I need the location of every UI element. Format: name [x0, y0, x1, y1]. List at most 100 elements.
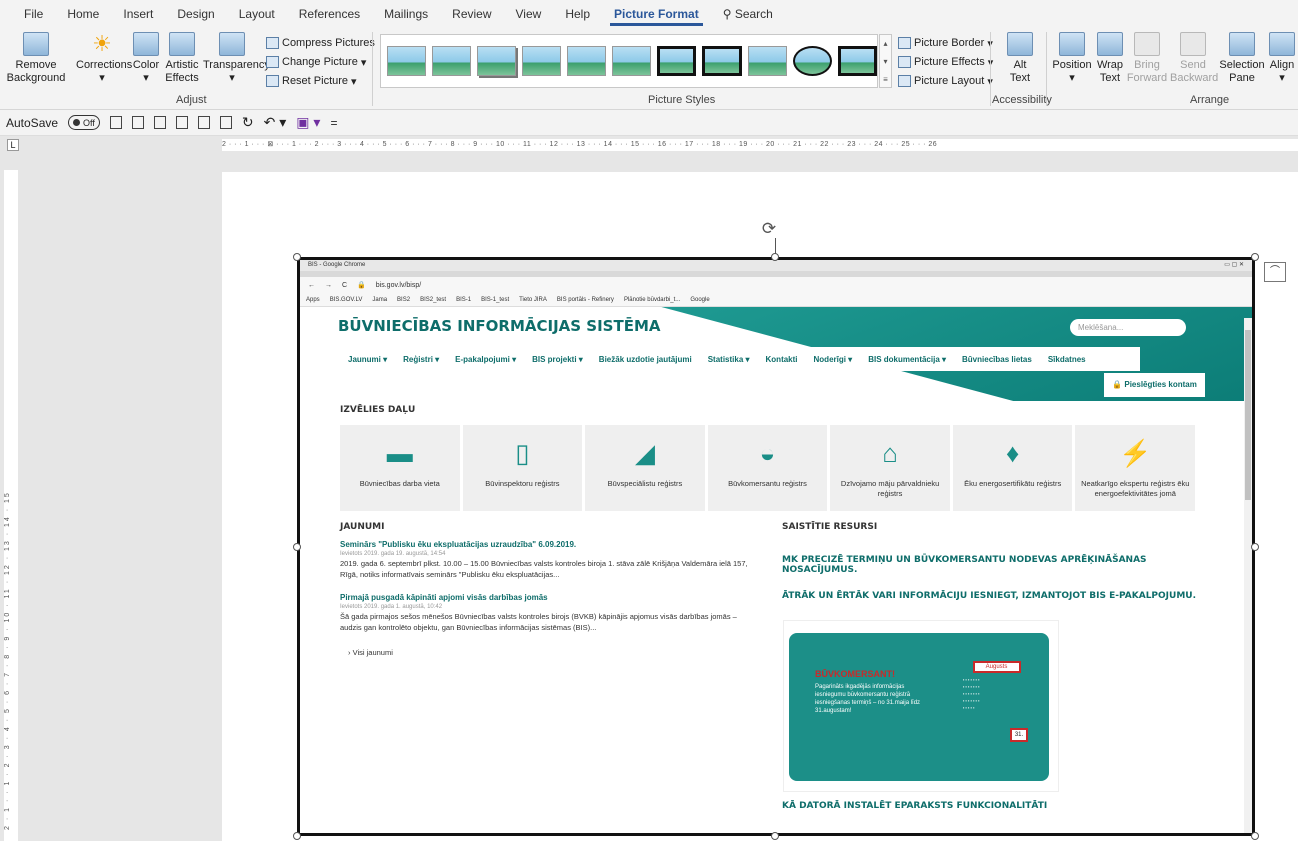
- resize-handle[interactable]: [1251, 832, 1259, 840]
- compress-pictures-button[interactable]: Compress Pictures: [266, 34, 375, 52]
- resize-handle[interactable]: [293, 253, 301, 261]
- resize-handle[interactable]: [293, 832, 301, 840]
- site-title: BŪVNIECĪBAS INFORMĀCIJAS SISTĒMA: [338, 317, 661, 335]
- style-thumb[interactable]: [792, 46, 832, 76]
- choose-section-heading: IZVĒLIES DAĻU: [340, 405, 416, 415]
- layout-options-icon[interactable]: ⌒: [1264, 262, 1286, 282]
- quick-access-toolbar: AutoSave Off ↻ ↶ ▾ ▣ ▾ =: [0, 110, 1298, 136]
- picture-border-button[interactable]: Picture Border ▾: [898, 34, 993, 52]
- print-preview-icon[interactable]: [153, 116, 166, 129]
- forward-icon: →: [325, 281, 332, 289]
- tab-picture-format[interactable]: Picture Format: [602, 0, 711, 28]
- new-document-icon[interactable]: [109, 116, 122, 129]
- corrections-button[interactable]: ☀ Corrections ▾: [76, 32, 132, 85]
- tab-references[interactable]: References: [287, 0, 372, 28]
- tab-mailings[interactable]: Mailings: [372, 0, 440, 28]
- toggle-dot-icon: [73, 119, 81, 126]
- adjust-group-label: Adjust: [176, 94, 207, 106]
- change-picture-icon: [266, 56, 279, 68]
- tab-help[interactable]: Help: [553, 0, 602, 28]
- style-thumb[interactable]: [656, 46, 697, 76]
- picture-effects-button[interactable]: Picture Effects ▾: [898, 53, 993, 71]
- autosave-toggle[interactable]: Off: [68, 115, 100, 130]
- picture-layout-button[interactable]: Picture Layout ▾: [898, 72, 993, 90]
- alt-text-icon: [1007, 32, 1033, 56]
- customize-qat-icon[interactable]: =: [330, 116, 337, 130]
- window-controls-icon: ▭ ▢ ✕: [1224, 262, 1244, 268]
- reset-picture-button[interactable]: Reset Picture ▾: [266, 72, 357, 90]
- redo-icon[interactable]: ↻: [242, 114, 254, 131]
- ruler-scale[interactable]: 2 · · · 1 · · · ⊠ · · · 1 · · · 2 · · · …: [222, 139, 1298, 151]
- site-nav: Jaunumi ▾ Reģistri ▾ E-pakalpojumi ▾ BIS…: [340, 347, 1140, 371]
- tab-view[interactable]: View: [504, 0, 554, 28]
- tab-file[interactable]: File: [12, 0, 55, 28]
- site-search-input: Meklēšana...: [1070, 319, 1186, 336]
- wrap-text-button[interactable]: Wrap Text: [1094, 32, 1126, 85]
- document-stamp-icon: ▯: [515, 438, 530, 468]
- resize-handle[interactable]: [771, 253, 779, 261]
- style-thumb[interactable]: [387, 46, 426, 76]
- rotate-handle-icon[interactable]: ⟳: [760, 220, 778, 238]
- news-heading: JAUNUMI: [340, 522, 385, 532]
- style-thumb[interactable]: [837, 46, 878, 76]
- site-header: BŪVNIECĪBAS INFORMĀCIJAS SISTĒMA Meklēša…: [300, 307, 1252, 401]
- print-icon[interactable]: [219, 116, 232, 129]
- browser-address-bar: ← → C 🔒 bis.gov.lv/bisp/: [300, 277, 1252, 293]
- card: ◒ Būvkomersantu reģistrs: [707, 425, 828, 511]
- alt-text-button[interactable]: Alt Text: [1000, 32, 1040, 85]
- house-icon: ⌂: [882, 438, 898, 468]
- card: ⚡ Neatkarīgo ekspertu reģistrs ēku energo…: [1075, 425, 1196, 511]
- tab-selector[interactable]: L: [7, 139, 19, 151]
- transparency-button[interactable]: Transparency ▾: [203, 32, 270, 85]
- resource-link: ĀTRĀK UN ĒRTĀK VARI INFORMĀCIJU IESNIEGT…: [782, 591, 1197, 601]
- tab-home[interactable]: Home: [55, 0, 111, 28]
- align-button[interactable]: Align ▾: [1266, 32, 1298, 85]
- transparency-icon: [219, 32, 245, 56]
- tab-insert[interactable]: Insert: [111, 0, 165, 28]
- resize-handle[interactable]: [293, 543, 301, 551]
- draw-table-icon[interactable]: [197, 116, 210, 129]
- style-thumb[interactable]: [521, 46, 561, 76]
- tab-design[interactable]: Design: [165, 0, 226, 28]
- bookmarks-bar: Apps BIS.GOV.LV Jama BIS2 BIS2_test BIS-…: [300, 293, 1252, 307]
- style-thumb[interactable]: [566, 46, 606, 76]
- lock-icon: 🔒: [357, 282, 366, 289]
- resize-handle[interactable]: [1251, 253, 1259, 261]
- color-button[interactable]: Color ▾: [131, 32, 161, 85]
- banner-text: Pagarināts ikgadējās informācijas iesnie…: [815, 684, 921, 714]
- news-title: Pirmajā pusgadā kāpināti apjomi visās da…: [340, 593, 548, 602]
- undo-icon[interactable]: ↶ ▾: [264, 114, 287, 131]
- resize-handle[interactable]: [771, 832, 779, 840]
- artistic-effects-button[interactable]: Artistic Effects: [163, 32, 201, 85]
- send-backward-button[interactable]: Send Backward: [1170, 32, 1218, 85]
- news-text: 2019. gada 6. septembrī plkst. 10.00 – 1…: [340, 559, 748, 579]
- tell-me-search[interactable]: ⚲ Search: [711, 0, 785, 28]
- style-thumb[interactable]: [702, 46, 742, 76]
- table-icon[interactable]: [175, 116, 188, 129]
- ruler-scale: 2 · 1 · · 1 · 2 · 3 · 4 · 5 · 6 · 7 · 8 …: [4, 491, 11, 830]
- card: ◢ Būvspeciālistu reģistrs: [585, 425, 705, 511]
- change-picture-button[interactable]: Change Picture ▾: [266, 53, 366, 71]
- calendar-grid: ▪ ▪ ▪ ▪ ▪ ▪ ▪ ▪ ▪ ▪ ▪ ▪ ▪ ▪ ▪ ▪ ▪ ▪ ▪ ▪ ▪ ▪…: [963, 677, 980, 710]
- triangle-ruler-icon: ◢: [634, 438, 655, 468]
- style-thumb[interactable]: [747, 46, 787, 76]
- news-title: Seminārs "Publisku ēku ekspluatācijas uz…: [340, 540, 577, 549]
- style-thumb[interactable]: [431, 46, 471, 76]
- gallery-scroll[interactable]: ▴ ▾ ≡: [879, 34, 892, 88]
- resize-handle[interactable]: [1251, 543, 1259, 551]
- eparaksts-heading: KĀ DATORĀ INSTALĒT EPARAKSTS FUNKCIONALI…: [782, 801, 1048, 811]
- open-folder-icon[interactable]: [131, 116, 144, 129]
- position-button[interactable]: Position ▾: [1052, 32, 1092, 85]
- back-icon: ←: [308, 281, 315, 289]
- tab-review[interactable]: Review: [440, 0, 503, 28]
- tab-layout[interactable]: Layout: [227, 0, 287, 28]
- save-icon[interactable]: ▣ ▾: [296, 114, 320, 131]
- style-thumb[interactable]: [611, 46, 651, 76]
- hard-hat-icon: ◒: [759, 438, 776, 468]
- bring-forward-button[interactable]: Bring Forward: [1126, 32, 1168, 85]
- style-thumb[interactable]: [476, 46, 516, 76]
- selection-pane-button[interactable]: Selection Pane: [1218, 32, 1266, 85]
- selected-picture[interactable]: BIS - Google Chrome ▭ ▢ ✕ ← → C 🔒 bis.go…: [297, 257, 1255, 836]
- remove-background-button[interactable]: Remove Background: [6, 32, 66, 85]
- wrap-text-icon: [1097, 32, 1123, 56]
